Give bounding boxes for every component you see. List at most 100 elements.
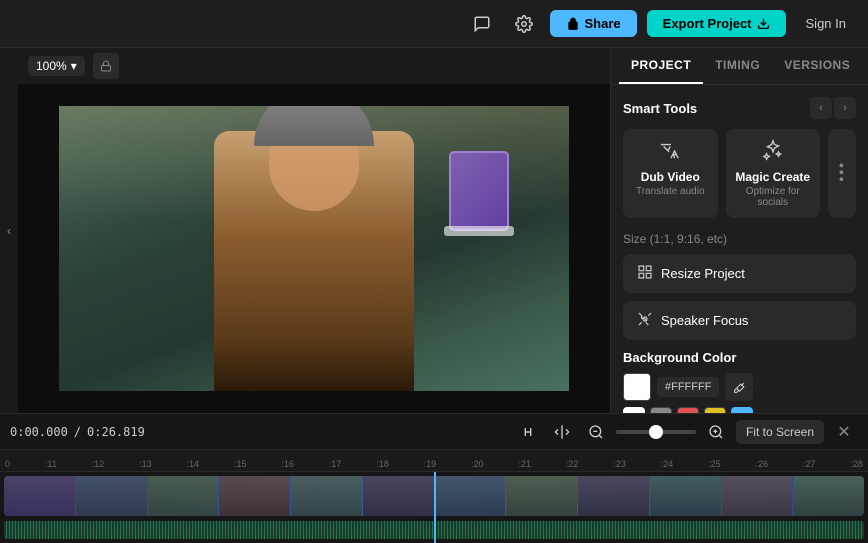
smart-tools-header: Smart Tools ‹ › [623, 97, 856, 119]
zoom-chevron-icon: ▾ [71, 59, 77, 73]
settings-icon[interactable] [508, 8, 540, 40]
track-thumbnail [363, 476, 434, 516]
zoom-control[interactable]: 100% ▾ [28, 56, 85, 76]
nav-prev-button[interactable]: ‹ [810, 97, 832, 119]
left-panel-toggle[interactable]: ‹ [0, 48, 18, 413]
ruler-mark: :18 [376, 459, 389, 469]
ruler-mark: :27 [803, 459, 816, 469]
track-thumbnail [578, 476, 649, 516]
share-button[interactable]: Share [550, 10, 637, 37]
zoom-slider-group [616, 430, 696, 434]
resize-icon [637, 264, 653, 283]
track-thumbnail [148, 476, 219, 516]
track-thumbnail [793, 476, 864, 516]
magic-create-name: Magic Create [734, 170, 813, 184]
size-section: Size (1:1, 9:16, etc) Resize Project [623, 232, 856, 340]
zoom-slider[interactable] [616, 430, 696, 434]
size-label: Size (1:1, 9:16, etc) [623, 232, 856, 246]
speaker-focus-button[interactable]: Speaker Focus [623, 301, 856, 340]
playhead[interactable] [434, 472, 436, 543]
color-picker-row: #FFFFFF [623, 373, 856, 401]
ruler-mark: :16 [281, 459, 294, 469]
ruler-mark: :26 [756, 459, 769, 469]
ruler-mark: :19 [424, 459, 437, 469]
timeline-controls: Fit to Screen ✕ [514, 418, 858, 446]
more-tools-button[interactable]: ••• [828, 129, 856, 218]
track-thumbnail [722, 476, 793, 516]
time-display-group: 0:00.000 / 0:26.819 [10, 425, 145, 439]
panel-content: Smart Tools ‹ › Dub Video Translate audi [611, 85, 868, 413]
bg-color-title: Background Color [623, 350, 856, 365]
resize-project-button[interactable]: Resize Project [623, 254, 856, 293]
ruler-mark: :11 [45, 459, 57, 469]
export-button[interactable]: Export Project [647, 10, 786, 37]
comments-icon[interactable] [466, 8, 498, 40]
time-current: 0:00.000 [10, 425, 68, 439]
timeline-section: 0:00.000 / 0:26.819 [0, 413, 868, 543]
video-container [18, 84, 610, 413]
signin-button[interactable]: Sign In [796, 10, 856, 37]
smart-tools-grid: Dub Video Translate audio Magic Create O… [623, 129, 856, 218]
tab-timing[interactable]: TIMING [703, 48, 772, 84]
ruler-mark: :20 [471, 459, 484, 469]
zoom-in-button[interactable] [702, 418, 730, 446]
timeline-tracks [0, 472, 868, 543]
track-thumbnail [506, 476, 577, 516]
color-hex-value: #FFFFFF [657, 377, 719, 397]
video-toolbar: 100% ▾ [18, 48, 610, 84]
ruler-mark: :23 [613, 459, 626, 469]
smart-tools-title: Smart Tools [623, 101, 697, 116]
main-area: ‹ 100% ▾ [0, 48, 868, 413]
close-button[interactable]: ✕ [830, 418, 858, 446]
video-section: 100% ▾ [18, 48, 610, 413]
dub-video-desc: Translate audio [631, 186, 710, 197]
ruler-mark: 0 [5, 459, 10, 469]
ruler-mark: :21 [518, 459, 531, 469]
smart-tools-nav: ‹ › [810, 97, 856, 119]
ruler-mark: :17 [329, 459, 342, 469]
fit-to-screen-button[interactable]: Fit to Screen [736, 420, 824, 444]
track-thumbnail [435, 476, 506, 516]
video-frame [59, 106, 569, 391]
ruler-marks-row: 0 :11 :12 :13 :14 :15 :16 :17 :18 :19 :2… [5, 459, 863, 471]
nav-next-button[interactable]: › [834, 97, 856, 119]
current-color-swatch[interactable] [623, 373, 651, 401]
ruler-mark: :22 [566, 459, 579, 469]
track-thumbnail [4, 476, 75, 516]
lock-button[interactable] [93, 53, 119, 79]
magic-create-desc: Optimize for socials [734, 186, 813, 208]
zoom-value: 100% [36, 59, 67, 73]
tab-project[interactable]: PROJECT [619, 48, 703, 84]
timeline-ruler: 0 :11 :12 :13 :14 :15 :16 :17 :18 :19 :2… [0, 450, 868, 472]
track-thumbnail [76, 476, 147, 516]
split-button[interactable] [548, 418, 576, 446]
ruler-mark: :12 [92, 459, 105, 469]
topbar: Share Export Project Sign In [0, 0, 868, 48]
timeline-toolbar: 0:00.000 / 0:26.819 [0, 414, 868, 450]
ruler-mark: :13 [139, 459, 152, 469]
bg-color-section: Background Color #FFFFFF [623, 350, 856, 413]
ruler-mark: :15 [234, 459, 247, 469]
magic-icon [734, 139, 813, 166]
track-thumbnail [650, 476, 721, 516]
panel-tabs: PROJECT TIMING VERSIONS [611, 48, 868, 85]
translate-icon [631, 139, 710, 166]
left-arrow-icon: ‹ [7, 224, 11, 238]
dub-video-card[interactable]: Dub Video Translate audio [623, 129, 718, 218]
dub-video-name: Dub Video [631, 170, 710, 184]
time-separator: / [74, 425, 81, 439]
right-panel: PROJECT TIMING VERSIONS Smart Tools ‹ › [610, 48, 868, 413]
ruler-mark: :28 [850, 459, 863, 469]
ruler-mark: :25 [708, 459, 721, 469]
ripple-edit-button[interactable] [514, 418, 542, 446]
magic-create-card[interactable]: Magic Create Optimize for socials [726, 129, 821, 218]
track-thumbnail [219, 476, 290, 516]
eyedropper-button[interactable] [725, 373, 753, 401]
zoom-slider-thumb[interactable] [649, 425, 663, 439]
ruler-mark: :24 [661, 459, 674, 469]
tab-versions[interactable]: VERSIONS [772, 48, 862, 84]
zoom-out-button[interactable] [582, 418, 610, 446]
track-thumbnail [291, 476, 362, 516]
speaker-focus-icon [637, 311, 653, 330]
ruler-mark: :14 [187, 459, 200, 469]
